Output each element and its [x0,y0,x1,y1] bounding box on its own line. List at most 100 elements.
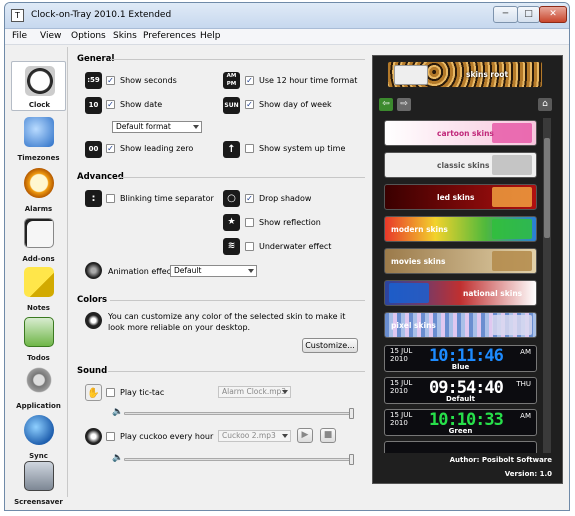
tic-tac-sound-select[interactable]: Alarm Clock.mp3 [218,386,291,398]
play-sound-button[interactable]: ▶ [297,428,313,443]
chevron-down-icon [282,390,288,394]
colors-description: You can customize any color of the selec… [108,312,346,332]
sidebar-label: Application [16,402,61,410]
skin-category-name: cartoon skins [437,129,494,138]
window-title: Clock-on-Tray 2010.1 Extended [31,10,172,20]
folder-icon [492,251,532,271]
dice-icon [24,218,54,248]
skin-category-movies[interactable]: movies skins [384,248,537,274]
scrollbar-thumb[interactable] [544,138,550,238]
skin-category-national[interactable]: national skins [384,280,537,306]
reflection-icon: ★ [223,214,240,231]
sync-icon [24,415,54,445]
clock-skin-name: Default [445,395,476,403]
animation-icon [85,262,102,279]
tic-tac-volume-thumb[interactable] [349,408,354,419]
leading-zero-icon: 00 [85,141,102,158]
show-leading-zero-checkbox[interactable]: ✓ [106,144,115,153]
sidebar-item-timezones[interactable]: Timezones [11,113,66,163]
ampm-icon: AM PM [223,72,240,89]
show-system-up-time-label: Show system up time [259,144,346,153]
palette-icon [85,312,102,329]
sidebar-label: Screensaver [14,498,63,506]
clock-skin-name: Blue [451,363,470,371]
minimize-button[interactable]: ─ [493,6,518,23]
title-bar[interactable]: T Clock-on-Tray 2010.1 Extended ─ □ ✕ [5,3,569,29]
clock-date-top: 15 JUL [390,379,413,387]
show-system-up-time-checkbox[interactable] [245,144,254,153]
sidebar-item-todos[interactable]: Todos [11,313,66,363]
clock-skin-green[interactable]: 15 JUL 2010 10:10:33 AM Green [384,409,537,436]
alarm-clock-icon [24,168,54,198]
play-tic-tac-checkbox[interactable] [106,388,115,397]
skins-scrollbar[interactable] [543,118,551,453]
cuckoo-icon [85,428,102,445]
chevron-down-icon [282,434,288,438]
back-arrow-icon[interactable]: ⇦ [379,98,393,111]
menu-view[interactable]: View [40,31,61,41]
play-tic-tac-label: Play tic-tac [120,388,165,397]
todos-icon [24,317,54,347]
menu-skins[interactable]: Skins [113,31,137,41]
play-cuckoo-checkbox[interactable] [106,432,115,441]
sidebar-label: Notes [27,304,50,312]
sidebar-item-alarms[interactable]: Alarms [11,164,66,214]
maximize-button[interactable]: □ [517,6,540,23]
clock-ampm: AM [520,348,531,356]
blinking-separator-checkbox[interactable] [106,194,115,203]
skin-category-name: national skins [463,289,523,298]
sidebar-item-application[interactable]: Application [11,361,66,411]
cuckoo-sound-select[interactable]: Cuckoo 2.mp3 [218,430,291,442]
sidebar-item-notes[interactable]: Notes [11,263,66,313]
underwater-effect-label: Underwater effect [259,242,332,251]
animation-effect-label: Animation effect [108,267,175,276]
show-day-of-week-checkbox[interactable]: ✓ [245,100,254,109]
skins-root-button[interactable]: skins root [387,61,543,88]
underwater-effect-checkbox[interactable] [245,242,254,251]
sidebar-item-sync[interactable]: Sync [11,411,66,461]
hand-icon: ✋ [85,384,102,401]
customize-button[interactable]: Customize... [302,338,358,353]
timezones-icon [24,117,54,147]
show-date-checkbox[interactable]: ✓ [106,100,115,109]
home-icon[interactable]: ⌂ [538,98,552,111]
ampm-icon-top: AM [226,73,237,79]
show-seconds-checkbox[interactable]: ✓ [106,76,115,85]
cuckoo-volume-slider[interactable] [124,458,354,461]
sidebar-item-add-ons[interactable]: Add-ons [11,214,66,264]
menu-help[interactable]: Help [200,31,221,41]
clock-skin-default[interactable]: 15 JUL 2010 09:54:40 THU Default [384,377,537,404]
skin-category-name: movies skins [391,257,446,266]
skin-category-pixel[interactable]: pixel skins [384,312,537,338]
skin-category-modern[interactable]: modern skins [384,216,537,242]
forward-arrow-icon[interactable]: ⇨ [397,98,411,111]
clock-ampm: AM [520,412,531,420]
sidebar-item-clock[interactable]: Clock [11,61,66,111]
use-12-hour-label: Use 12 hour time format [259,76,358,85]
menu-file[interactable]: File [12,31,27,41]
play-cuckoo-label: Play cuckoo every hour [120,432,214,441]
drop-shadow-checkbox[interactable]: ✓ [245,194,254,203]
close-button[interactable]: ✕ [539,6,567,23]
show-seconds-label: Show seconds [120,76,177,85]
skin-category-cartoon[interactable]: cartoon skins [384,120,537,146]
sidebar-item-screensaver[interactable]: Screensaver [11,457,66,507]
use-12-hour-checkbox[interactable]: ✓ [245,76,254,85]
skin-category-name: pixel skins [391,321,436,330]
animation-effect-select[interactable]: Default [170,265,257,277]
clock-skin-blue[interactable]: 15 JUL 2010 10:11:46 AM Blue [384,345,537,372]
menu-options[interactable]: Options [71,31,106,41]
clock-skin-partial[interactable] [384,441,537,453]
folder-icon [492,219,532,239]
date-format-select[interactable]: Default format [112,121,202,133]
cuckoo-volume-thumb[interactable] [349,454,354,465]
clock-date: 15 JUL 2010 [390,379,412,395]
skin-category-classic[interactable]: classic skins [384,152,537,178]
menu-preferences[interactable]: Preferences [143,31,196,41]
section-title-sound: Sound [77,366,108,376]
tic-tac-volume-slider[interactable] [124,412,354,415]
skin-category-led[interactable]: led skins [384,184,537,210]
show-reflection-checkbox[interactable] [245,218,254,227]
stop-sound-button[interactable]: ■ [320,428,336,443]
sun-icon: SUN [223,97,240,114]
